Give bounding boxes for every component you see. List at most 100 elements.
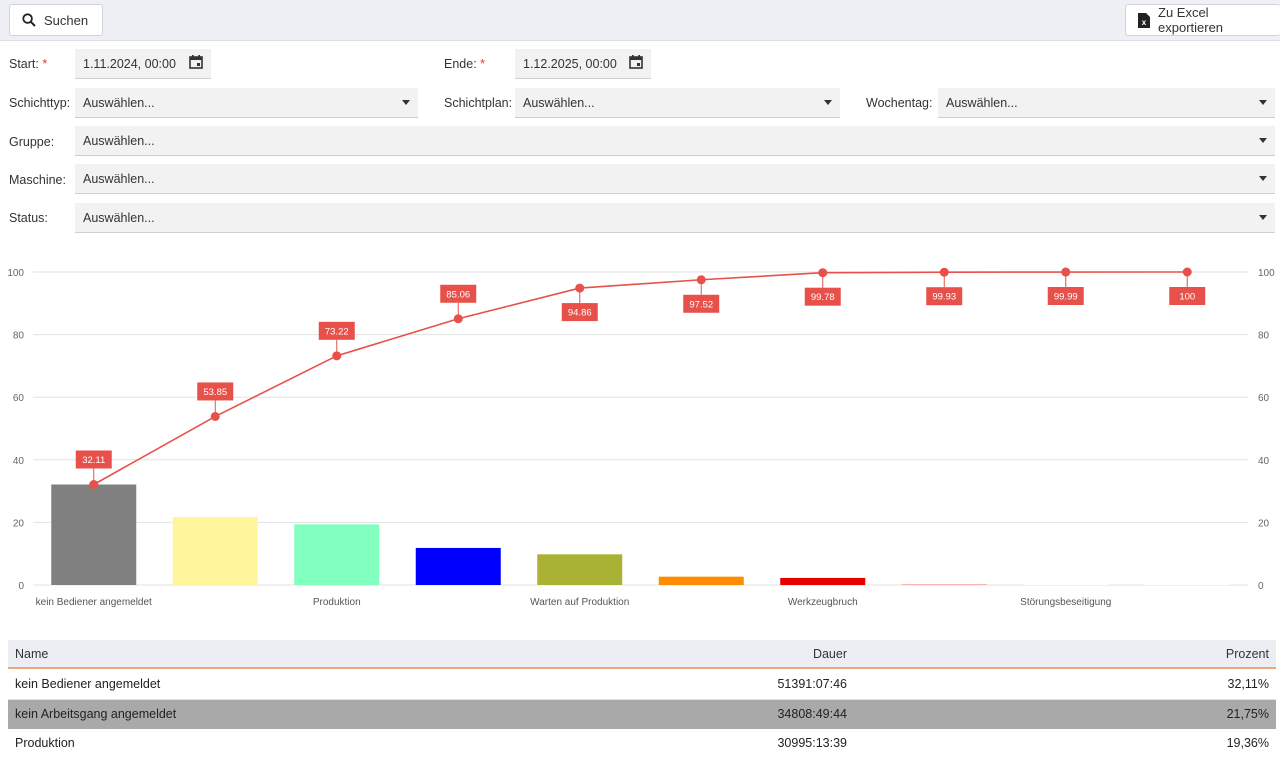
bar bbox=[51, 484, 137, 585]
gruppe-dropdown[interactable]: Auswählen... bbox=[75, 126, 1275, 156]
column-header-dauer[interactable]: Dauer bbox=[813, 640, 847, 669]
start-date-value: 1.11.2024, 00:00 bbox=[83, 56, 176, 71]
y-axis-tick-label-right: 40 bbox=[1258, 456, 1270, 467]
excel-file-icon: x bbox=[1138, 12, 1150, 28]
bar bbox=[294, 524, 380, 585]
export-excel-label: Zu Excel exportieren bbox=[1158, 5, 1224, 35]
wochentag-label: Wochentag: bbox=[866, 96, 933, 110]
data-label: 99.78 bbox=[811, 292, 835, 303]
chevron-down-icon bbox=[1259, 100, 1267, 105]
data-label: 99.99 bbox=[1054, 292, 1078, 303]
bar bbox=[415, 547, 501, 585]
chevron-down-icon bbox=[402, 100, 410, 105]
end-date-value: 1.12.2025, 00:00 bbox=[523, 56, 617, 71]
data-label: 99.93 bbox=[932, 292, 956, 303]
calendar-icon[interactable] bbox=[189, 55, 203, 72]
schichttyp-value: Auswählen... bbox=[83, 95, 155, 110]
x-axis-tick-label: Produktion bbox=[313, 597, 361, 608]
line-point bbox=[210, 411, 220, 421]
cell-name: kein Arbeitsgang angemeldet bbox=[15, 707, 177, 721]
toolbar: Suchen x Zu Excel exportieren bbox=[0, 0, 1280, 41]
schichtplan-value: Auswählen... bbox=[523, 95, 595, 110]
data-label: 97.52 bbox=[689, 299, 713, 310]
cell-dauer: 34808:49:44 bbox=[777, 707, 847, 721]
y-axis-tick-label-right: 0 bbox=[1258, 581, 1264, 592]
status-label: Status: bbox=[9, 211, 48, 225]
column-header-name[interactable]: Name bbox=[15, 640, 48, 669]
cell-prozent: 21,75% bbox=[1226, 707, 1269, 721]
data-label: 53.85 bbox=[203, 387, 227, 398]
end-label: Ende: * bbox=[444, 57, 486, 71]
bar bbox=[172, 516, 258, 585]
chevron-down-icon bbox=[824, 100, 832, 105]
y-axis-tick-label-right: 100 bbox=[1258, 268, 1275, 279]
table-row-selected[interactable]: kein Arbeitsgang angemeldet 34808:49:44 … bbox=[8, 700, 1276, 729]
y-axis-tick-label-right: 60 bbox=[1258, 393, 1270, 404]
schichtplan-label: Schichtplan: bbox=[444, 96, 513, 110]
data-label: 85.06 bbox=[446, 289, 470, 300]
bar bbox=[780, 577, 866, 585]
y-axis-tick-label-right: 20 bbox=[1258, 518, 1270, 529]
status-dropdown[interactable]: Auswählen... bbox=[75, 203, 1275, 233]
bar bbox=[658, 576, 744, 585]
line-point bbox=[1182, 267, 1192, 277]
table-row[interactable]: Produktion 30995:13:39 19,36% bbox=[8, 729, 1276, 758]
x-axis-tick-label: Warten auf Produktion bbox=[530, 597, 629, 608]
y-axis-tick-label-left: 60 bbox=[13, 393, 25, 404]
search-button-label: Suchen bbox=[44, 12, 89, 28]
line-point bbox=[332, 351, 342, 361]
wochentag-value: Auswählen... bbox=[946, 95, 1018, 110]
cumulative-line bbox=[93, 271, 1188, 486]
schichttyp-label: Schichttyp: bbox=[9, 96, 71, 110]
line-point bbox=[696, 275, 706, 285]
calendar-icon[interactable] bbox=[629, 55, 643, 72]
line-point bbox=[818, 268, 828, 278]
line-point bbox=[1061, 267, 1071, 277]
status-value: Auswählen... bbox=[83, 210, 155, 225]
start-label: Start: * bbox=[9, 57, 48, 71]
x-axis-tick-label: kein Bediener angemeldet bbox=[36, 597, 152, 608]
data-label: 32.11 bbox=[82, 455, 105, 466]
export-excel-button[interactable]: x Zu Excel exportieren bbox=[1125, 4, 1280, 36]
line-point bbox=[939, 267, 949, 277]
line-point bbox=[453, 314, 463, 324]
maschine-label: Maschine: bbox=[9, 173, 66, 187]
start-date-field[interactable]: 1.11.2024, 00:00 bbox=[75, 49, 211, 79]
bar bbox=[537, 554, 623, 585]
column-header-prozent[interactable]: Prozent bbox=[1226, 640, 1269, 669]
y-axis-tick-label-right: 80 bbox=[1258, 331, 1270, 342]
svg-text:x: x bbox=[1142, 18, 1147, 27]
chevron-down-icon bbox=[1259, 138, 1267, 143]
data-label: 94.86 bbox=[568, 308, 592, 319]
line-point bbox=[575, 283, 585, 293]
schichttyp-dropdown[interactable]: Auswählen... bbox=[75, 88, 418, 118]
chevron-down-icon bbox=[1259, 176, 1267, 181]
maschine-dropdown[interactable]: Auswählen... bbox=[75, 164, 1275, 194]
table-header: Name Dauer Prozent bbox=[8, 640, 1276, 669]
search-button[interactable]: Suchen bbox=[9, 4, 103, 36]
wochentag-dropdown[interactable]: Auswählen... bbox=[938, 88, 1275, 118]
y-axis-tick-label-left: 100 bbox=[7, 268, 24, 279]
cell-prozent: 32,11% bbox=[1227, 677, 1269, 691]
x-axis-tick-label: Störungsbeseitigung bbox=[1020, 597, 1111, 608]
gruppe-value: Auswählen... bbox=[83, 133, 155, 148]
data-label: 100 bbox=[1179, 292, 1195, 303]
data-label: 73.22 bbox=[325, 326, 349, 337]
line-point bbox=[89, 479, 99, 489]
y-axis-tick-label-left: 20 bbox=[13, 518, 25, 529]
cell-name: Produktion bbox=[15, 736, 75, 750]
schichtplan-dropdown[interactable]: Auswählen... bbox=[515, 88, 840, 118]
gruppe-label: Gruppe: bbox=[9, 135, 55, 149]
search-icon bbox=[22, 13, 36, 27]
pareto-chart: 0 0 20 20 40 40 60 60 80 80 100 100 kein Bediener an… bbox=[7, 267, 1275, 608]
table-row[interactable]: kein Bediener angemeldet 51391:07:46 32,… bbox=[8, 670, 1276, 699]
cell-dauer: 30995:13:39 bbox=[777, 736, 847, 750]
cell-dauer: 51391:07:46 bbox=[777, 677, 847, 691]
x-axis-tick-label: Werkzeugbruch bbox=[788, 597, 858, 608]
end-date-field[interactable]: 1.12.2025, 00:00 bbox=[515, 49, 651, 79]
cell-name: kein Bediener angemeldet bbox=[15, 677, 161, 691]
bar bbox=[901, 584, 987, 585]
maschine-value: Auswählen... bbox=[83, 171, 155, 186]
y-axis-tick-label-left: 0 bbox=[18, 581, 24, 592]
chevron-down-icon bbox=[1259, 215, 1267, 220]
